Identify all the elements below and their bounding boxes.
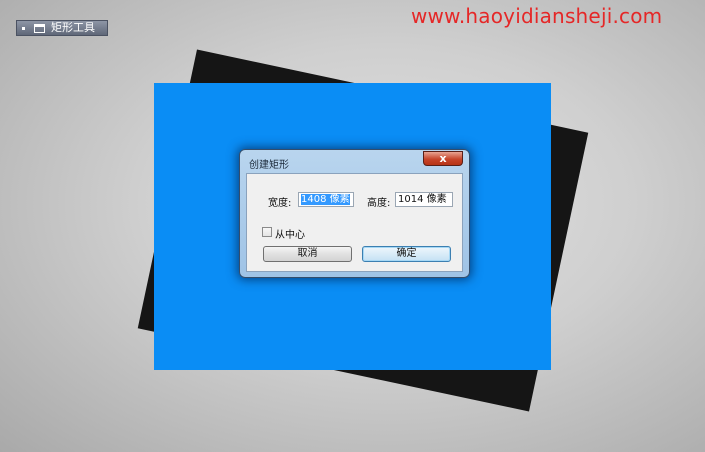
watermark-url: www.haoyidiansheji.com bbox=[411, 4, 663, 28]
dialog-title: 创建矩形 bbox=[249, 160, 289, 171]
ok-button[interactable]: 确定 bbox=[362, 246, 451, 262]
width-label: 宽度: bbox=[268, 198, 292, 209]
rectangle-tool-icon bbox=[34, 23, 45, 33]
height-value: 1014 像素 bbox=[398, 194, 447, 205]
dialog-body: 宽度: 1408 像素 高度: 1014 像素 从中心 取消 确定 bbox=[246, 173, 463, 272]
tool-indicator: 矩形工具 bbox=[16, 20, 108, 36]
height-field[interactable]: 1014 像素 bbox=[395, 192, 453, 207]
close-button[interactable]: x bbox=[423, 151, 463, 166]
width-field[interactable]: 1408 像素 bbox=[298, 192, 354, 207]
width-value: 1408 像素 bbox=[301, 194, 350, 205]
from-center-checkbox[interactable] bbox=[262, 227, 272, 237]
tool-label-text: 矩形工具 bbox=[51, 21, 95, 34]
from-center-label: 从中心 bbox=[275, 230, 305, 241]
cancel-button[interactable]: 取消 bbox=[263, 246, 352, 262]
bullet-icon bbox=[22, 26, 25, 30]
height-label: 高度: bbox=[367, 198, 391, 209]
create-rectangle-dialog: 创建矩形 x 宽度: 1408 像素 高度: 1014 像素 从中心 取消 确定 bbox=[239, 149, 470, 278]
